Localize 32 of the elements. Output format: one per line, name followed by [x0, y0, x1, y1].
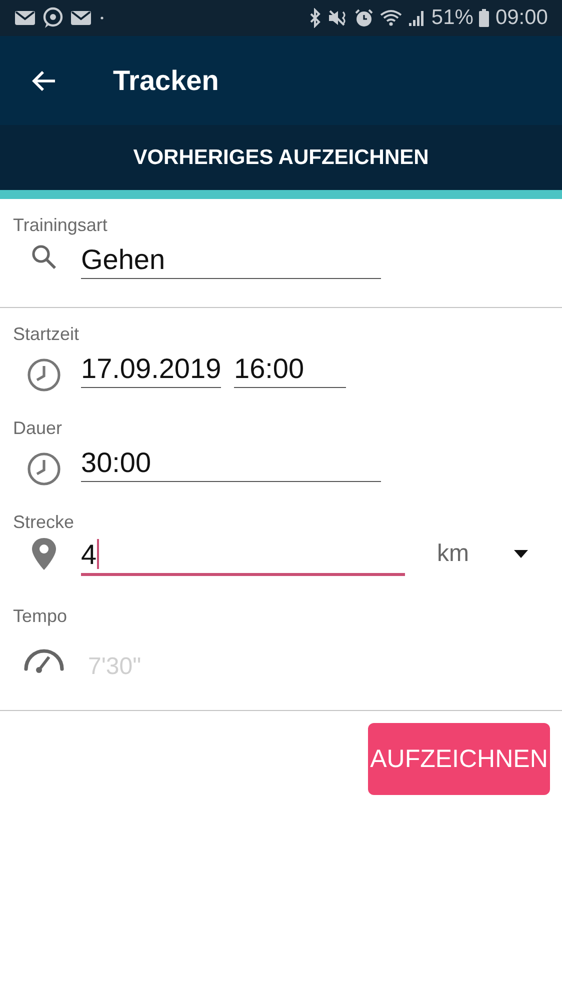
mail-icon — [70, 8, 92, 28]
wifi-icon — [379, 8, 404, 28]
alarm-icon — [354, 8, 374, 28]
dropdown-caret-icon — [513, 549, 529, 559]
back-arrow-icon — [31, 70, 57, 92]
mail-icon — [14, 8, 36, 28]
field-label: Tempo — [13, 606, 68, 626]
battery-icon — [478, 8, 490, 28]
dot-icon — [98, 14, 106, 22]
chat-icon — [42, 7, 64, 29]
clock-icon — [26, 357, 62, 393]
tab[interactable]: VORHERIGES AUFZEICHNEN — [0, 125, 562, 199]
unit-dropdown[interactable]: km — [437, 540, 529, 568]
time-field[interactable]: 16:00 — [234, 344, 346, 388]
field-label: Trainingsart — [13, 215, 108, 235]
field-label: Strecke — [13, 512, 76, 532]
screen-title: Tracken — [113, 64, 219, 96]
back-button[interactable] — [31, 70, 57, 92]
activity-field[interactable]: Gehen — [81, 235, 381, 279]
duration-field[interactable]: 30:00 — [81, 438, 381, 482]
battery-percentage: 51% — [431, 6, 474, 30]
field-label: Dauer — [13, 418, 64, 438]
date-field[interactable]: 17.09.2019 — [81, 344, 221, 388]
field-label: Startzeit — [13, 324, 80, 344]
location-pin-icon — [30, 536, 58, 572]
clock-time: 09:00 — [495, 6, 548, 30]
record-button[interactable]: AUFZEICHNEN — [368, 723, 550, 795]
bluetooth-icon — [308, 8, 322, 28]
distance-field[interactable]: 4 — [81, 532, 405, 576]
clock-icon — [26, 451, 62, 487]
search-icon — [30, 243, 58, 271]
signal-icon — [408, 8, 426, 28]
